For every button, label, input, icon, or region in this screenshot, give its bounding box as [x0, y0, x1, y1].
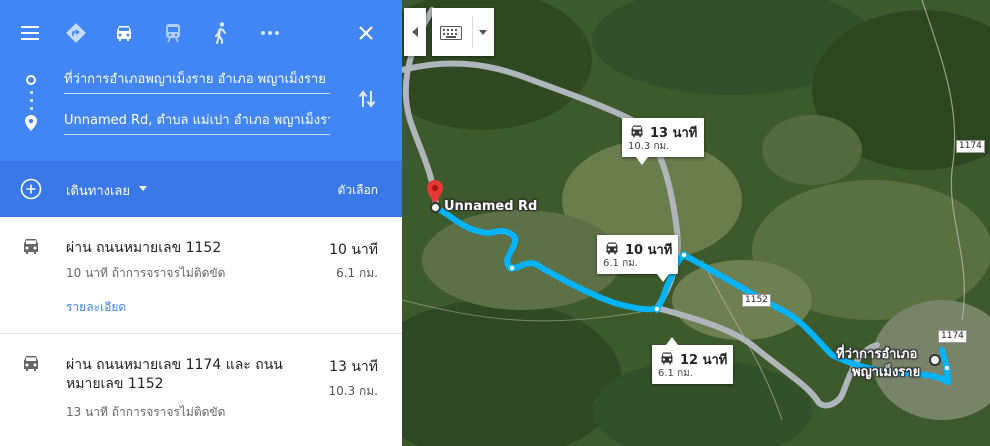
route-duration: 13 นาที [329, 359, 378, 375]
route-callout-selected[interactable]: 10 นาที 6.1 กม. [597, 235, 678, 282]
route-distance: 6.1 กม. [336, 266, 378, 280]
origin-marker[interactable] [929, 354, 941, 366]
divider [472, 16, 473, 48]
collapse-panel-button[interactable] [404, 8, 426, 56]
transit-icon[interactable] [158, 18, 188, 48]
keyboard-icon [440, 25, 462, 44]
callout-tail [636, 157, 648, 165]
directions-panel: ที่ว่าการอำเภอพญาเม็งราย อำเภอ พญาเม็งรา… [0, 0, 402, 446]
route-duration: 10 นาที [329, 242, 378, 258]
callout-distance: 6.1 กม. [658, 368, 693, 379]
route-distance: 10.3 กม. [328, 384, 378, 398]
route-dot [30, 99, 33, 102]
directions-header: ที่ว่าการอำเภอพญาเม็งราย อำเภอ พญาเม็งรา… [0, 0, 402, 161]
map-view[interactable]: 1174 1152 1174 13 นาที 10.3 กม. 10 นาที … [402, 0, 990, 446]
best-route-icon[interactable] [61, 18, 91, 48]
origin-label-line2: พญาเม็งราย [852, 365, 921, 380]
callout-tail [657, 274, 669, 282]
route-option-2[interactable]: ผ่าน ถนนหมายเลข 1174 และ ถนนหมายเลข 1152… [0, 334, 402, 446]
more-icon[interactable] [255, 18, 285, 48]
car-icon [20, 354, 42, 376]
route-option-1[interactable]: ผ่าน ถนนหมายเลข 1152 10 นาที 10 นาที ถ้า… [0, 217, 402, 334]
destination-label: Unnamed Rd [444, 199, 538, 214]
road-shield: 1174 [938, 330, 967, 343]
route-dot [30, 107, 33, 110]
traffic-note: 13 นาที ถ้าการจราจรไม่ติดขัด [66, 405, 226, 419]
road-shield: 1152 [742, 294, 771, 307]
close-icon[interactable] [352, 18, 380, 48]
road-shield: 1174 [956, 140, 985, 153]
menu-icon[interactable] [16, 18, 44, 48]
car-icon[interactable] [109, 18, 139, 48]
origin-input[interactable]: ที่ว่าการอำเภอพญาเม็งราย อำเภอ พญาเม็งรา… [64, 68, 330, 94]
chevron-down-icon[interactable] [479, 30, 487, 35]
input-tools-button[interactable] [432, 8, 494, 56]
departure-bar: เดินทางเลย ตัวเลือก [0, 161, 402, 217]
route-title: ผ่าน ถนนหมายเลข 1152 [66, 240, 222, 256]
destination-point [430, 202, 441, 213]
add-destination-icon[interactable] [20, 178, 42, 204]
callout-distance: 10.3 กม. [628, 141, 670, 152]
traffic-note: 10 นาที ถ้าการจราจรไม่ติดขัด [66, 266, 226, 280]
destination-input[interactable]: Unnamed Rd, ตำบล แม่เปา อำเภอ พญาเม็งราย [64, 109, 330, 135]
route-dot [30, 91, 33, 94]
depart-now-select[interactable]: เดินทางเลย [66, 180, 130, 201]
walking-icon[interactable] [206, 18, 236, 48]
details-link[interactable]: รายละเอียด [66, 298, 126, 317]
route-title: ผ่าน ถนนหมายเลข 1174 และ ถนนหมายเลข 1152 [66, 357, 283, 392]
destination-pin-icon [25, 115, 37, 135]
origin-dot-icon [26, 75, 36, 85]
callout-tail [666, 337, 678, 345]
options-button[interactable]: ตัวเลือก [338, 181, 378, 200]
route-callout-alt-1[interactable]: 13 นาที 10.3 กม. [622, 118, 704, 165]
car-icon [20, 237, 42, 259]
swap-icon[interactable] [354, 86, 380, 112]
chevron-down-icon[interactable] [139, 186, 147, 191]
callout-distance: 6.1 กม. [603, 258, 638, 269]
route-callout-alt-2[interactable]: 12 นาที 6.1 กม. [652, 337, 733, 384]
